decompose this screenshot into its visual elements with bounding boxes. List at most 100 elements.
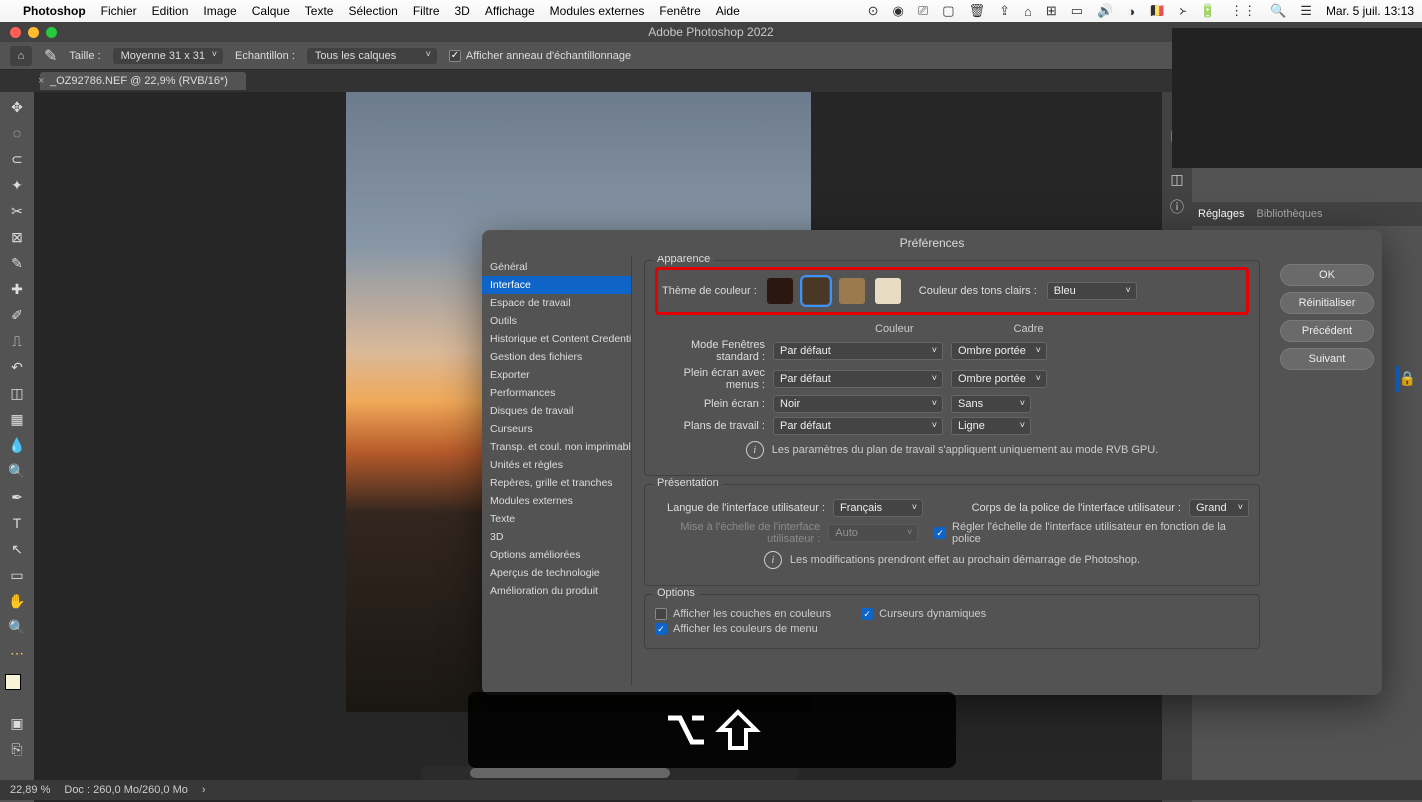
zoom-tool[interactable]: 🔍 [4,616,30,638]
next-button[interactable]: Suivant [1280,348,1374,370]
theme-swatch-dark[interactable] [803,278,829,304]
blur-tool[interactable]: 💧 [4,434,30,456]
menu-fichier[interactable]: Fichier [101,4,137,18]
prefs-sidebar-item[interactable]: Gestion des fichiers [482,348,631,366]
couleur-dropdown[interactable]: Par défaut [773,370,943,388]
ok-button[interactable]: OK [1280,264,1374,286]
prefs-sidebar-item[interactable]: Espace de travail [482,294,631,312]
hand-tool[interactable]: ✋ [4,590,30,612]
status-icon[interactable]: ▭ [1071,3,1083,19]
zoom-value[interactable]: 22,89 % [10,784,50,796]
screenmode-tool[interactable]: ⎘ [4,738,30,760]
cb-menu-colors[interactable] [655,623,667,635]
flag-icon[interactable]: 🇧🇪 [1149,3,1165,19]
status-icon[interactable]: ⊙ [868,3,879,19]
prefs-sidebar-item[interactable]: Exporter [482,366,631,384]
panel-icon[interactable]: ◫ [1168,170,1186,188]
scale-checkbox[interactable] [934,527,946,539]
menu-aide[interactable]: Aide [716,4,740,18]
cb-curseurs[interactable] [861,608,873,620]
highlight-dropdown[interactable]: Bleu [1047,282,1137,300]
couleur-dropdown[interactable]: Par défaut [773,342,943,360]
zoom-window[interactable] [46,27,57,38]
lasso-tool[interactable]: ⊂ [4,148,30,170]
close-window[interactable] [10,27,21,38]
pen-tool[interactable]: ✒ [4,486,30,508]
taille-dropdown[interactable]: Moyenne 31 x 31 [113,48,223,64]
eraser-tool[interactable]: ◫ [4,382,30,404]
frame-tool[interactable]: ⊠ [4,226,30,248]
echantillon-dropdown[interactable]: Tous les calques [307,48,437,64]
menu-calque[interactable]: Calque [252,4,290,18]
quickmask-tool[interactable]: ▣ [4,712,30,734]
status-icon[interactable]: ⊞ [1046,3,1057,19]
horizontal-scrollbar[interactable] [420,766,800,780]
prefs-sidebar-item[interactable]: Unités et règles [482,456,631,474]
prefs-sidebar-item[interactable]: Texte [482,510,631,528]
move-tool[interactable]: ✥ [4,96,30,118]
tab-bibliotheques[interactable]: Bibliothèques [1256,208,1322,220]
prefs-sidebar-item[interactable]: Repères, grille et tranches [482,474,631,492]
dodge-tool[interactable]: 🔍 [4,460,30,482]
status-icon[interactable]: ⇪ [999,3,1010,19]
crop-tool[interactable]: ✂ [4,200,30,222]
brush-tool[interactable]: ✐ [4,304,30,326]
document-tab[interactable]: _OZ92786.NEF @ 22,9% (RVB/16*) [40,72,246,90]
home-button[interactable]: ⌂ [10,46,32,66]
clock[interactable]: Mar. 5 juil. 13:13 [1326,4,1414,18]
eyedropper-tool[interactable]: ✎ [4,252,30,274]
prev-button[interactable]: Précédent [1280,320,1374,342]
theme-swatch-medium[interactable] [839,278,865,304]
cadre-dropdown[interactable]: Ligne [951,417,1031,435]
battery-icon[interactable]: 🔋 [1200,3,1216,19]
wifi-icon[interactable]: ⋮⋮ [1230,3,1256,19]
prefs-sidebar-item[interactable]: Transp. et coul. non imprimables [482,438,631,456]
status-icon[interactable]: ⎚ [918,3,928,19]
type-tool[interactable]: T [4,512,30,534]
app-name[interactable]: Photoshop [23,4,86,18]
couleur-dropdown[interactable]: Par défaut [773,417,943,435]
minimize-window[interactable] [28,27,39,38]
path-tool[interactable]: ↖ [4,538,30,560]
cb-couches[interactable] [655,608,667,620]
status-icon[interactable]: 🗑 [969,3,986,19]
prefs-sidebar-item[interactable]: Historique et Content Credentials [482,330,631,348]
status-icon[interactable]: ⌂ [1024,4,1032,19]
prefs-sidebar-item[interactable]: 3D [482,528,631,546]
wand-tool[interactable]: ✦ [4,174,30,196]
stamp-tool[interactable]: ⎍ [4,330,30,352]
color-swatches[interactable] [5,674,29,698]
menu-fenetre[interactable]: Fenêtre [659,4,700,18]
prefs-sidebar-item[interactable]: Curseurs [482,420,631,438]
couleur-dropdown[interactable]: Noir [773,395,943,413]
eyedropper-tool-icon[interactable]: ✎ [44,46,57,66]
menu-selection[interactable]: Sélection [348,4,397,18]
prefs-sidebar-item[interactable]: Aperçus de technologie [482,564,631,582]
theme-swatch-darkest[interactable] [767,278,793,304]
prefs-sidebar-item[interactable]: Outils [482,312,631,330]
prefs-sidebar-item[interactable]: Amélioration du produit [482,582,631,600]
prefs-sidebar-item[interactable]: Disques de travail [482,402,631,420]
doc-info[interactable]: Doc : 260,0 Mo/260,0 Mo [64,784,188,796]
status-icon[interactable]: ▢ [942,3,954,19]
marquee-tool[interactable]: ◌ [4,122,30,144]
shape-tool[interactable]: ▭ [4,564,30,586]
anneau-checkbox[interactable] [449,50,461,62]
prefs-sidebar-item[interactable]: Général [482,258,631,276]
menu-modules[interactable]: Modules externes [550,4,645,18]
cadre-dropdown[interactable]: Ombre portée [951,370,1047,388]
tab-reglages[interactable]: Réglages [1198,208,1244,220]
volume-icon[interactable]: 🔊 [1097,3,1113,19]
edit-toolbar[interactable]: ⋯ [4,642,30,664]
status-icon[interactable]: ◉ [893,3,904,19]
prefs-sidebar-item[interactable]: Interface [482,276,631,294]
menu-image[interactable]: Image [203,4,236,18]
history-brush-tool[interactable]: ↶ [4,356,30,378]
cadre-dropdown[interactable]: Sans [951,395,1031,413]
gradient-tool[interactable]: ▦ [4,408,30,430]
control-center-icon[interactable]: ☰ [1300,3,1312,19]
menu-affichage[interactable]: Affichage [485,4,535,18]
prefs-sidebar-item[interactable]: Options améliorées [482,546,631,564]
bluetooth-icon[interactable]: ᚛ [1179,3,1186,19]
font-dropdown[interactable]: Grand [1189,499,1249,517]
